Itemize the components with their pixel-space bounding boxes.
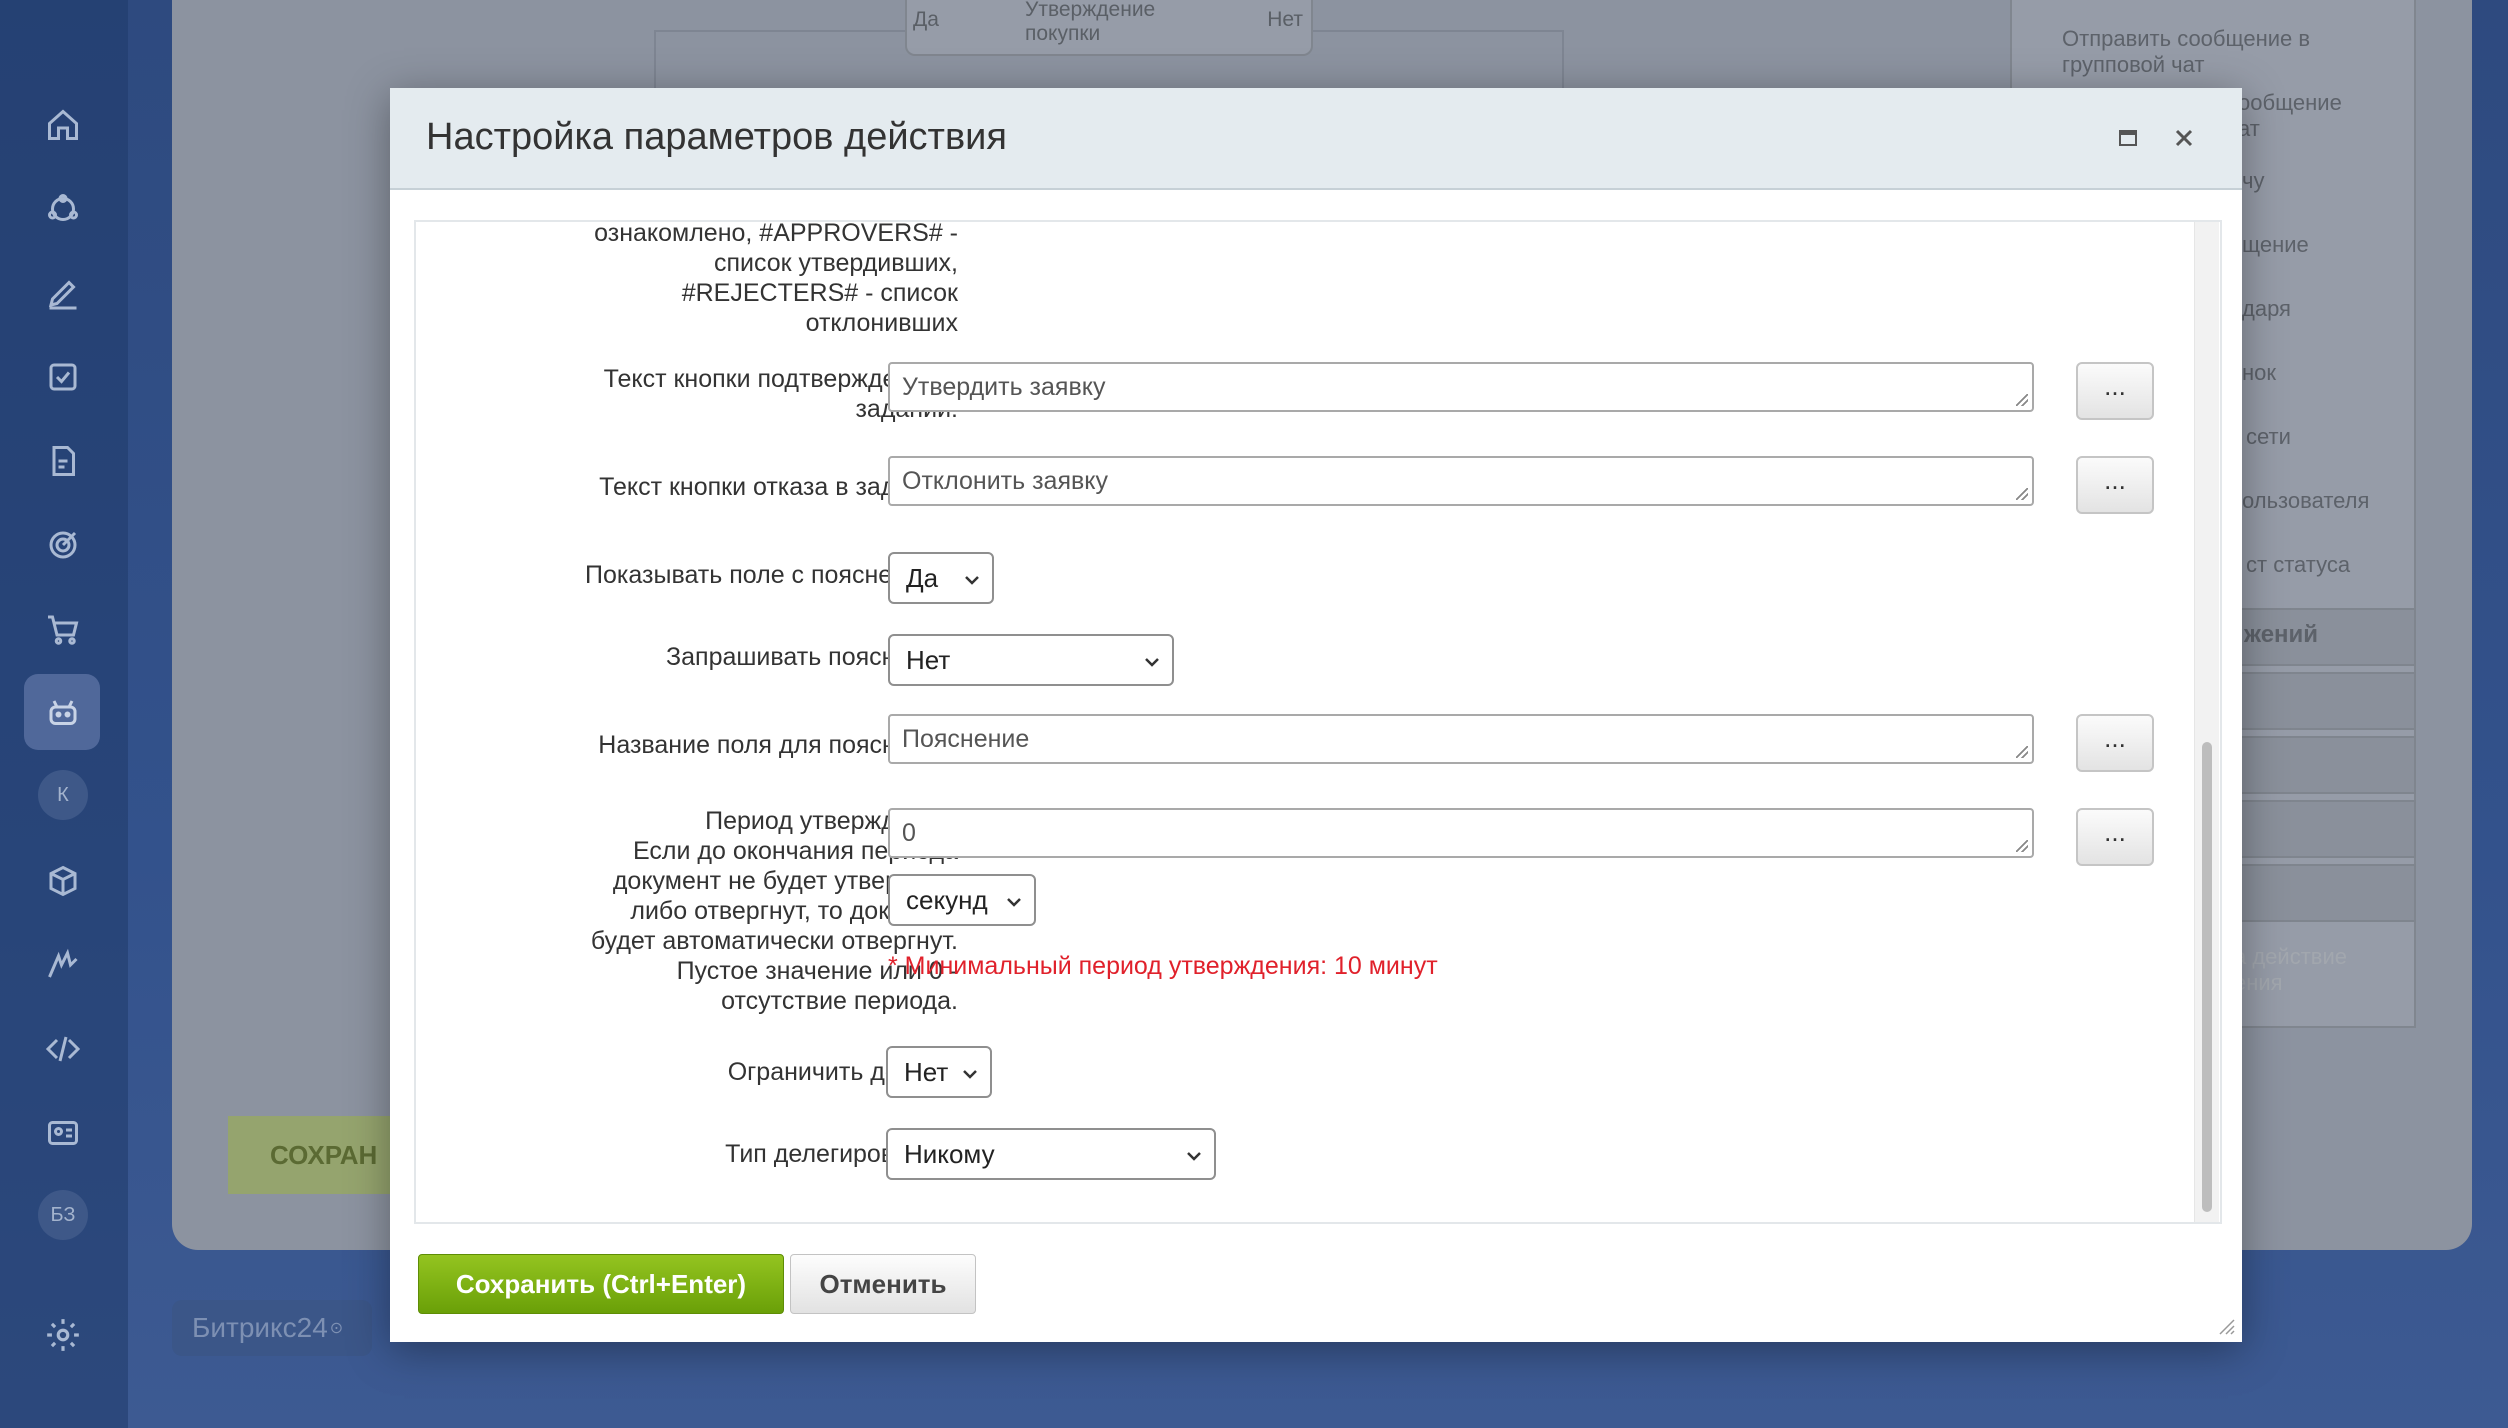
dialog-footer: Сохранить (Ctrl+Enter) Отменить [390,1228,2242,1342]
restrict-access-select[interactable]: Нет [886,1046,992,1098]
workflow-icon[interactable] [38,184,88,234]
pen-icon[interactable] [38,268,88,318]
box-icon[interactable] [38,856,88,906]
cart-icon[interactable] [38,604,88,654]
reject-button-text-input[interactable]: Отклонить заявку [888,456,2034,506]
chevron-down-icon [963,1070,977,1079]
sidebar-item-k[interactable]: К [38,770,88,820]
resize-grip-icon[interactable] [2216,1316,2236,1336]
tasks-icon[interactable] [38,352,88,402]
panel-item[interactable]: щение [2242,232,2309,258]
panel-item[interactable]: Отправить сообщение в [2062,26,2310,52]
delegation-type-select[interactable]: Никому [886,1128,1216,1180]
dialog-form: ознакомлено, #APPROVERS# - список утверд… [414,220,2222,1224]
panel-item[interactable]: ообщение [2238,90,2342,116]
panel-item[interactable]: ст статуса [2246,552,2350,578]
target-icon[interactable] [38,520,88,570]
confirm-button-text-input[interactable]: Утвердить заявку [888,362,2034,412]
contact-card-icon[interactable] [38,1108,88,1158]
condition-title: Утверждение покупки [1025,0,1156,45]
panel-item[interactable]: ользователя [2242,488,2369,514]
panel-item[interactable]: а действие [2234,944,2347,970]
action-settings-dialog: Настройка параметров действия ознакомлен… [390,88,2242,1342]
home-icon[interactable] [38,100,88,150]
cancel-button[interactable]: Отменить [790,1254,976,1314]
show-comment-select[interactable]: Да [888,552,994,604]
market-icon[interactable] [38,940,88,990]
chevron-down-icon [1145,658,1159,667]
chevron-down-icon [965,576,979,585]
chevron-down-icon [1187,1152,1201,1161]
form-scrollbar[interactable] [2194,222,2219,1222]
reject-text-insert-button[interactable]: ... [2076,456,2154,514]
require-comment-select[interactable]: Нет [888,634,1174,686]
sidebar-item-bz[interactable]: БЗ [38,1190,88,1240]
maximize-icon[interactable] [2108,118,2148,158]
scrollbar-thumb[interactable] [2202,742,2212,1212]
comment-field-name-input[interactable]: Пояснение [888,714,2034,764]
dialog-header[interactable]: Настройка параметров действия [390,88,2242,190]
condition-no-label: Нет [1267,8,1303,31]
condition-yes-label: Да [913,8,939,31]
approval-period-warning: * Минимальный период утверждения: 10 мин… [888,952,1438,980]
chevron-down-icon [1007,898,1021,907]
settings-gear-icon[interactable] [38,1310,88,1360]
dialog-title: Настройка параметров действия [426,116,1007,158]
save-button[interactable]: Сохранить (Ctrl+Enter) [418,1254,784,1314]
approval-period-insert-button[interactable]: ... [2076,808,2154,866]
condition-block: Да Утверждение покупки Нет [905,0,1313,56]
approval-period-input[interactable]: 0 [888,808,2034,858]
document-edit-icon[interactable] [38,436,88,486]
comment-name-insert-button[interactable]: ... [2076,714,2154,772]
bitrix24-logo: Битрикс24 ⊙ [172,1300,372,1356]
panel-item[interactable]: даря [2242,296,2291,322]
confirm-text-insert-button[interactable]: ... [2076,362,2154,420]
description-text: ознакомлено, #APPROVERS# - список утверд… [594,220,958,337]
panel-item[interactable]: чу [2242,168,2264,194]
robot-icon[interactable] [38,688,88,738]
close-icon[interactable] [2164,118,2204,158]
panel-item[interactable]: сети [2246,424,2291,450]
code-icon[interactable] [38,1024,88,1074]
panel-item[interactable]: нок [2242,360,2276,386]
panel-item[interactable]: групповой чат [2062,52,2204,78]
panel-section-title: жений [2244,621,2319,648]
approval-period-unit-select[interactable]: секунд [888,874,1036,926]
